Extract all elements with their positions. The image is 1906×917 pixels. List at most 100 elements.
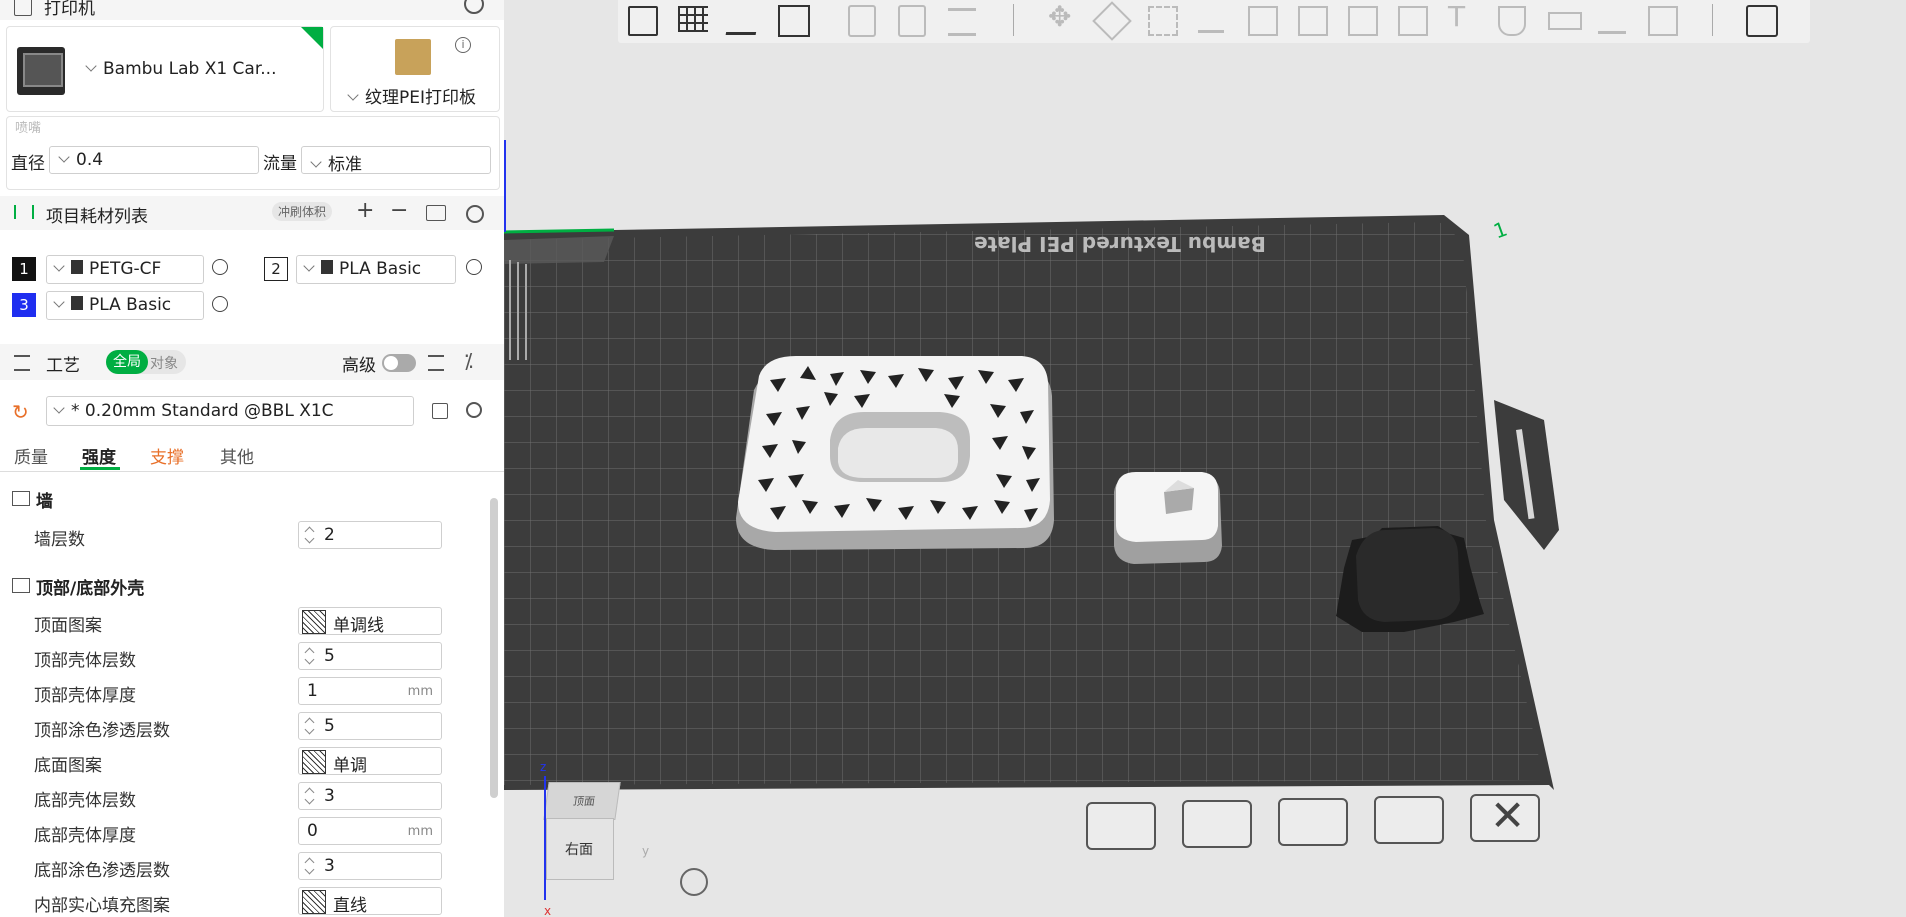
advanced-switch[interactable] (382, 354, 416, 372)
add-filament-icon[interactable]: + (356, 198, 374, 223)
active-tab-underline (80, 467, 120, 470)
setting-label: 底部壳体厚度 (34, 826, 136, 846)
lay-on-face-icon[interactable] (1198, 8, 1224, 33)
filament-sync-icon[interactable] (426, 205, 446, 221)
setting-row: 顶部涂色渗透层数 5 (0, 709, 504, 744)
arrange-icon[interactable] (778, 5, 810, 37)
setting-label: 内部实心填充图案 (34, 896, 170, 916)
measure-icon[interactable] (1548, 12, 1582, 30)
setting-label: 顶部涂色渗透层数 (34, 721, 170, 741)
tab-support[interactable]: 支撑 (150, 443, 184, 468)
support-painting-icon[interactable] (1348, 6, 1378, 36)
process-preset-select[interactable]: * 0.20mm Standard @BBL X1C (46, 396, 414, 426)
layers-editing-icon[interactable] (948, 8, 976, 36)
scale-icon[interactable] (1148, 6, 1178, 36)
view-cube[interactable]: 顶面 右面 (543, 782, 621, 894)
printer-select-card[interactable]: Bambu Lab X1 Car... (6, 26, 324, 112)
wall-loops-input[interactable]: 2 (298, 521, 442, 549)
toggle-object[interactable]: 对象 (150, 353, 178, 373)
text-shape-icon[interactable]: T (1448, 0, 1484, 36)
printer-settings-gear-icon[interactable] (464, 0, 484, 14)
plate-name: 纹理PEI打印板 (365, 88, 477, 108)
wall-group-title: 墙 (36, 492, 53, 512)
diameter-select[interactable]: 0.4 (49, 146, 259, 174)
assembly-icon[interactable] (1598, 7, 1626, 34)
top-paint-penetration-input[interactable]: 5 (298, 712, 442, 740)
bottom-pattern-select[interactable]: 单调 (298, 747, 442, 776)
layout-view-icon[interactable] (1278, 798, 1348, 846)
rotate-icon[interactable] (1092, 1, 1132, 41)
top-toolbar: ✥ T (618, 0, 1810, 43)
process-section-header: 工艺 全局 对象 高级 ⁒ (0, 344, 504, 380)
close-view-icon[interactable]: ✕ (1470, 791, 1540, 842)
stepper-icon[interactable] (304, 525, 316, 545)
shell-group-title: 顶部/底部外壳 (36, 579, 145, 599)
model-objects (736, 356, 1484, 632)
edit-view-icon[interactable] (1374, 796, 1444, 844)
setting-row: 底部涂色渗透层数 3 (0, 849, 504, 884)
add-object-icon[interactable] (628, 6, 658, 36)
split-objects-icon[interactable] (848, 5, 876, 37)
split-parts-icon[interactable] (898, 5, 926, 37)
axis-z-label: z (540, 760, 547, 774)
auto-orient-icon[interactable] (725, 8, 761, 35)
add-plate-icon[interactable] (678, 6, 708, 32)
flush-volume-button[interactable]: 冲刷体积 (272, 202, 333, 221)
reset-preset-icon[interactable]: ↻ (12, 400, 29, 424)
global-object-toggle[interactable]: 全局 对象 (106, 350, 186, 374)
puzzle-icon[interactable] (1746, 5, 1778, 37)
tab-quality[interactable]: 质量 (14, 443, 48, 468)
move-icon[interactable]: ✥ (1048, 0, 1084, 36)
process-section-title: 工艺 (46, 356, 80, 376)
stepper-icon[interactable] (304, 646, 316, 666)
printer-section-title: 打印机 (44, 0, 95, 19)
plate-info-icon[interactable]: i (455, 37, 471, 53)
plate-thumbnail (395, 39, 431, 75)
top-shell-layers-input[interactable]: 5 (298, 642, 442, 670)
bottom-shell-thickness-input[interactable]: 0 mm (298, 817, 442, 845)
tab-others[interactable]: 其他 (220, 443, 254, 468)
remove-filament-icon[interactable]: − (390, 198, 408, 223)
filament-slot-3-select[interactable]: PLA Basic (46, 291, 204, 320)
brim-ears-icon[interactable] (1648, 6, 1678, 36)
filament-slot-1-select[interactable]: PETG-CF (46, 255, 204, 284)
filament-slot-2-select[interactable]: PLA Basic (296, 255, 456, 284)
filament-slot-2-more-icon[interactable] (466, 259, 482, 275)
toggle-global[interactable]: 全局 (106, 350, 148, 374)
tab-strength[interactable]: 强度 (82, 443, 116, 468)
bottom-paint-penetration-input[interactable]: 3 (298, 852, 442, 880)
setting-label: 底面图案 (34, 756, 102, 776)
view-cube-face[interactable]: 右面 (565, 839, 593, 859)
search-icon[interactable] (466, 402, 482, 418)
setting-row: 顶部壳体层数 5 (0, 639, 504, 674)
bottom-shell-layers-input[interactable]: 3 (298, 782, 442, 810)
nozzle-card: 喷嘴 直径 0.4 流量 标准 (6, 116, 500, 190)
internal-solid-infill-pattern-select[interactable]: 直线 (298, 887, 442, 916)
3d-viewport[interactable]: Bambu Textured PEI Plate 1 ✥ T ✕ 顶面 右面 z… (504, 0, 1906, 917)
filament-slot-3-more-icon[interactable] (212, 296, 228, 312)
printer-connected-badge (301, 27, 323, 49)
stepper-icon[interactable] (304, 716, 316, 736)
list-icon[interactable] (428, 355, 444, 371)
settings-sidebar: 打印机 Bambu Lab X1 Car... i 纹理PEI打印板 喷嘴 直径… (0, 0, 505, 917)
wall-group-icon (12, 491, 30, 506)
compare-icon[interactable]: ⁒ (464, 349, 473, 373)
stepper-icon[interactable] (304, 856, 316, 876)
view-cube-top[interactable]: 顶面 (572, 793, 596, 809)
boolean-icon[interactable] (1298, 6, 1328, 36)
seam-painting-icon[interactable] (1398, 6, 1428, 36)
top-pattern-select[interactable]: 单调线 (298, 607, 442, 636)
color-painting-icon[interactable] (1498, 6, 1526, 36)
screenshot-view-icon[interactable] (680, 868, 708, 896)
filament-settings-gear-icon[interactable] (466, 205, 484, 223)
hexagon-view-icon[interactable] (1086, 802, 1156, 850)
orient-view-icon[interactable] (1182, 800, 1252, 848)
stepper-icon[interactable] (304, 786, 316, 806)
filament-slot-1-more-icon[interactable] (212, 259, 228, 275)
plate-select-card[interactable]: i 纹理PEI打印板 (330, 26, 500, 112)
top-shell-thickness-input[interactable]: 1 mm (298, 677, 442, 705)
filament-icon (14, 205, 34, 219)
cut-icon[interactable] (1248, 6, 1278, 36)
save-preset-icon[interactable] (432, 403, 448, 419)
flow-select[interactable]: 标准 (301, 146, 491, 175)
